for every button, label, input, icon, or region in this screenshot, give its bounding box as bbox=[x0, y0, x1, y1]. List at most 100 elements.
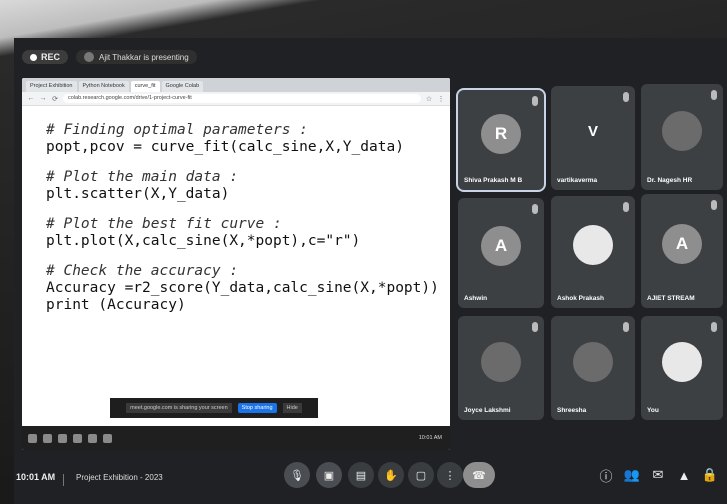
present-button[interactable]: ▢ bbox=[408, 462, 434, 488]
activities-icon[interactable]: ▲ bbox=[676, 465, 692, 485]
presenting-text: Ajit Thakkar is presenting bbox=[99, 52, 189, 62]
participant-name: Ashwin bbox=[464, 295, 488, 302]
captions-icon: ▤ bbox=[355, 469, 367, 482]
recording-bar: REC Ajit Thakkar is presenting bbox=[22, 46, 197, 68]
participant-tile[interactable]: A Ashwin bbox=[458, 198, 544, 308]
participant-name: AJIET STREAM bbox=[647, 295, 695, 302]
presenting-status: Ajit Thakkar is presenting bbox=[76, 50, 197, 64]
rec-label: REC bbox=[41, 52, 61, 62]
meeting-controls-bar: 10:01 AM Project Exhibition - 2023 🎙 ▣ ▤… bbox=[0, 452, 727, 504]
mic-muted-icon bbox=[532, 96, 538, 106]
reload-icon[interactable]: ⟳ bbox=[51, 95, 59, 103]
share-banner-text: meet.google.com is sharing your screen bbox=[126, 403, 232, 413]
mic-muted-icon bbox=[711, 200, 717, 210]
code-comment: # Check the accuracy : bbox=[46, 263, 239, 279]
host-controls-icon[interactable]: 🔒 bbox=[702, 465, 718, 485]
rec-badge: REC bbox=[22, 50, 69, 64]
search-icon[interactable] bbox=[43, 433, 52, 443]
avatar bbox=[573, 225, 613, 266]
more-options-button[interactable]: ⋮ bbox=[437, 462, 463, 488]
people-icon[interactable]: 👥 bbox=[624, 465, 640, 485]
participant-name: Joyce Lakshmi bbox=[464, 407, 511, 414]
menu-icon[interactable]: ⋮ bbox=[437, 95, 445, 103]
avatar bbox=[662, 341, 702, 382]
code-line: Accuracy =r2_score(Y_data,calc_sine(X,*p… bbox=[46, 280, 439, 296]
mic-icon: 🎙 bbox=[290, 469, 304, 482]
present-icon: ▢ bbox=[415, 469, 427, 482]
avatar bbox=[481, 341, 521, 382]
participant-name: Shreesha bbox=[557, 407, 587, 414]
participant-tile[interactable]: Shreesha bbox=[551, 316, 635, 420]
code-comment: # Plot the main data : bbox=[46, 169, 239, 185]
browser-tab[interactable]: Google Colab bbox=[161, 81, 204, 92]
divider bbox=[63, 474, 64, 486]
raise-hand-button[interactable]: ✋ bbox=[378, 462, 404, 488]
participant-name: Dr. Nagesh HR bbox=[647, 177, 693, 184]
avatar: A bbox=[662, 224, 702, 265]
address-bar: ← → ⟳ colab.research.google.com/drive/1-… bbox=[22, 92, 450, 106]
url-field[interactable]: colab.research.google.com/drive/1-projec… bbox=[63, 94, 421, 103]
code-line: popt,pcov = curve_fit(calc_sine,X,Y_data… bbox=[46, 139, 404, 155]
mic-muted-icon bbox=[623, 92, 629, 102]
leave-call-button[interactable]: ☎ bbox=[463, 462, 495, 488]
browser-icon[interactable] bbox=[73, 433, 82, 443]
meeting-clock: 10:01 AM bbox=[16, 472, 56, 482]
mic-muted-icon bbox=[532, 204, 538, 214]
mic-muted-icon bbox=[623, 322, 629, 332]
captions-button[interactable]: ▤ bbox=[348, 462, 374, 488]
participant-tile[interactable]: A AJIET STREAM bbox=[641, 194, 723, 308]
browser-tabstrip: Project Exhibition Python Notebook curve… bbox=[22, 78, 450, 92]
code-block: # Finding optimal parameters : popt,pcov … bbox=[46, 122, 439, 314]
mic-muted-icon bbox=[623, 202, 629, 212]
meeting-title: Project Exhibition - 2023 bbox=[76, 473, 163, 482]
shared-browser-window: Project Exhibition Python Notebook curve… bbox=[22, 78, 450, 450]
browser-tab[interactable]: Project Exhibition bbox=[26, 81, 77, 92]
back-icon[interactable]: ← bbox=[27, 95, 35, 102]
info-icon[interactable]: ⓘ bbox=[598, 465, 614, 485]
camera-button[interactable]: ▣ bbox=[316, 462, 342, 488]
app-icon[interactable] bbox=[103, 433, 112, 443]
mic-muted-icon bbox=[711, 90, 717, 100]
leave-call-icon: ☎ bbox=[472, 469, 486, 482]
hide-button[interactable]: Hide bbox=[282, 403, 302, 413]
presenter-avatar bbox=[84, 52, 95, 62]
code-line: print (Accuracy) bbox=[46, 297, 186, 313]
browser-tab[interactable]: curve_fit bbox=[130, 81, 160, 92]
record-dot-icon bbox=[30, 53, 37, 61]
more-options-icon: ⋮ bbox=[444, 469, 456, 482]
avatar bbox=[573, 341, 613, 382]
participant-tile[interactable]: Vvartikaverma bbox=[551, 86, 635, 190]
chat-icon[interactable]: ✉ bbox=[650, 465, 666, 485]
avatar: A bbox=[481, 226, 521, 267]
participant-name: Ashok Prakash bbox=[557, 295, 604, 302]
windows-taskbar: 10:01 AM bbox=[22, 426, 450, 450]
participant-tile[interactable]: Dr. Nagesh HR bbox=[641, 84, 723, 190]
camera-icon: ▣ bbox=[323, 469, 335, 482]
start-icon[interactable] bbox=[28, 433, 37, 443]
raise-hand-icon: ✋ bbox=[384, 469, 398, 482]
app-icon[interactable] bbox=[88, 433, 97, 443]
participant-tile[interactable]: You bbox=[641, 316, 723, 420]
star-icon[interactable]: ☆ bbox=[425, 95, 433, 103]
browser-tab[interactable]: Python Notebook bbox=[78, 81, 129, 92]
stop-sharing-button[interactable]: Stop sharing bbox=[237, 403, 277, 413]
participant-tile[interactable]: Ashok Prakash bbox=[551, 196, 635, 308]
participant-tile[interactable]: R Shiva Prakash M B bbox=[456, 88, 546, 192]
file-explorer-icon[interactable] bbox=[58, 433, 67, 443]
participant-name: vartikaverma bbox=[557, 177, 598, 184]
participant-tile[interactable]: Joyce Lakshmi bbox=[458, 316, 544, 420]
code-comment: # Plot the best fit curve : bbox=[46, 216, 282, 232]
code-comment: # Finding optimal parameters : bbox=[46, 122, 308, 138]
screen-share-banner: meet.google.com is sharing your screen S… bbox=[110, 398, 318, 418]
avatar: R bbox=[481, 114, 521, 154]
mic-muted-icon bbox=[711, 322, 717, 332]
code-line: plt.scatter(X,Y_data) bbox=[46, 186, 230, 202]
code-line: plt.plot(X,calc_sine(X,*popt),c="r") bbox=[46, 233, 361, 249]
taskbar-clock: 10:01 AM bbox=[418, 435, 442, 441]
mic-muted-icon bbox=[532, 322, 538, 332]
mic-button[interactable]: 🎙 bbox=[284, 462, 310, 488]
forward-icon[interactable]: → bbox=[39, 95, 47, 102]
